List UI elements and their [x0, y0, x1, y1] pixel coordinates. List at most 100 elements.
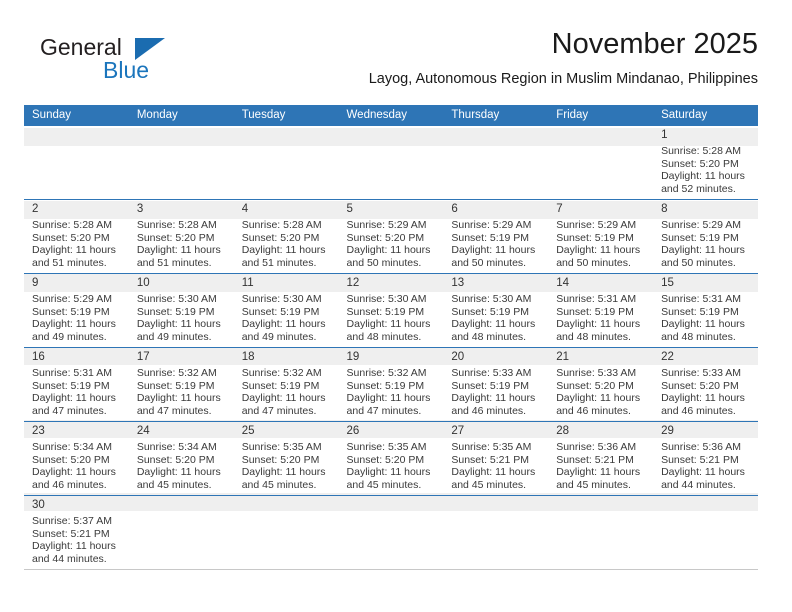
- calendar-day-cell[interactable]: 2 Sunrise: 5:28 AM Sunset: 5:20 PM Daylight…: [24, 199, 129, 274]
- sunset-time: Sunset: 5:20 PM: [241, 231, 320, 244]
- day-number: 30: [32, 499, 45, 511]
- daylight-duration-line1: Daylight: 11 hours: [661, 244, 745, 257]
- calendar-day-cell[interactable]: 19 Sunrise: 5:32 AM Sunset: 5:19 PM Dayligh…: [338, 347, 444, 422]
- calendar-day-cell[interactable]: 28 Sunrise: 5:36 AM Sunset: 5:21 PM Dayligh…: [548, 421, 654, 496]
- calendar-day-cell[interactable]: 8 Sunrise: 5:29 AM Sunset: 5:19 PM Daylight…: [653, 199, 758, 274]
- daylight-duration-line2: and 46 minutes.: [451, 404, 527, 417]
- day-sun-info: Sunrise: 5:37 AM Sunset: 5:21 PM Daylight:…: [32, 513, 121, 565]
- daylight-duration-line1: Daylight: 11 hours: [32, 318, 116, 331]
- day-number: 23: [32, 425, 45, 437]
- day-number: 4: [241, 203, 249, 215]
- calendar-day-cell[interactable]: 17 Sunrise: 5:32 AM Sunset: 5:19 PM Dayligh…: [128, 347, 234, 422]
- calendar-cell-empty: [338, 495, 444, 570]
- calendar-day-cell[interactable]: 25 Sunrise: 5:35 AM Sunset: 5:20 PM Dayligh…: [233, 421, 339, 496]
- day-number: 29: [661, 425, 674, 437]
- calendar-day-cell[interactable]: 13 Sunrise: 5:30 AM Sunset: 5:19 PM Dayligh…: [443, 273, 549, 348]
- day-sun-info: Sunrise: 5:33 AM Sunset: 5:19 PM Daylight:…: [451, 365, 540, 417]
- calendar-day-cell[interactable]: 15 Sunrise: 5:31 AM Sunset: 5:19 PM Dayligh…: [653, 273, 758, 348]
- calendar-day-cell[interactable]: 30 Sunrise: 5:37 AM Sunset: 5:21 PM Dayligh…: [24, 495, 129, 570]
- calendar-cell-inner: 26 Sunrise: 5:35 AM Sunset: 5:20 PM Dayligh…: [339, 422, 444, 495]
- calendar-day-cell[interactable]: 7 Sunrise: 5:29 AM Sunset: 5:19 PM Daylight…: [548, 199, 654, 274]
- calendar-day-cell[interactable]: 18 Sunrise: 5:32 AM Sunset: 5:19 PM Dayligh…: [233, 347, 339, 422]
- day-number: [137, 496, 226, 513]
- calendar-day-cell[interactable]: 26 Sunrise: 5:35 AM Sunset: 5:20 PM Dayligh…: [338, 421, 444, 496]
- daylight-duration-line1: Daylight: 11 hours: [556, 244, 641, 257]
- calendar-cell-inner: 30 Sunrise: 5:37 AM Sunset: 5:21 PM Dayligh…: [24, 496, 129, 569]
- calendar-day-cell[interactable]: 9 Sunrise: 5:29 AM Sunset: 5:19 PM Daylight…: [24, 273, 129, 348]
- daylight-duration-line2: and 45 minutes.: [241, 478, 317, 491]
- daylight-duration-line1: Daylight: 11 hours: [241, 392, 326, 405]
- day-number: 19: [346, 351, 360, 363]
- sunrise-time: Sunrise: 5:29 AM: [661, 219, 742, 231]
- calendar-day-cell[interactable]: 6 Sunrise: 5:29 AM Sunset: 5:19 PM Daylight…: [443, 199, 549, 274]
- calendar-day-cell[interactable]: 4 Sunrise: 5:28 AM Sunset: 5:20 PM Daylight…: [233, 199, 339, 274]
- day-number: [451, 496, 540, 513]
- calendar-day-cell[interactable]: 11 Sunrise: 5:30 AM Sunset: 5:19 PM Dayligh…: [233, 273, 339, 348]
- sunrise-time: Sunrise: 5:29 AM: [346, 219, 427, 231]
- daylight-duration-line2: and 46 minutes.: [556, 404, 631, 417]
- sunrise-time: Sunrise: 5:35 AM: [451, 441, 532, 453]
- daylight-duration-line2: and 50 minutes.: [346, 256, 422, 269]
- calendar-day-cell[interactable]: 24 Sunrise: 5:34 AM Sunset: 5:20 PM Dayligh…: [128, 421, 234, 496]
- day-number: 10: [136, 277, 150, 289]
- daylight-duration-line1: Daylight: 11 hours: [556, 466, 641, 479]
- calendar-cell-inner: 29 Sunrise: 5:36 AM Sunset: 5:21 PM Dayligh…: [653, 422, 758, 495]
- calendar-day-cell[interactable]: 21 Sunrise: 5:33 AM Sunset: 5:20 PM Dayligh…: [548, 347, 654, 422]
- calendar-day-cell[interactable]: 27 Sunrise: 5:35 AM Sunset: 5:21 PM Dayligh…: [443, 421, 549, 496]
- day-sun-info: Sunrise: 5:30 AM Sunset: 5:19 PM Daylight:…: [451, 291, 540, 343]
- sunrise-time: Sunrise: 5:33 AM: [556, 367, 637, 379]
- daylight-duration-line2: and 45 minutes.: [451, 478, 527, 491]
- daylight-duration-line2: and 48 minutes.: [346, 330, 422, 343]
- calendar-day-cell[interactable]: 23 Sunrise: 5:34 AM Sunset: 5:20 PM Dayligh…: [24, 421, 129, 496]
- sunset-time: Sunset: 5:19 PM: [451, 305, 530, 318]
- daylight-duration-line2: and 49 minutes.: [241, 330, 317, 343]
- calendar-day-cell[interactable]: 22 Sunrise: 5:33 AM Sunset: 5:20 PM Dayligh…: [653, 347, 758, 422]
- daylight-duration-line2: and 48 minutes.: [556, 330, 631, 343]
- day-number: 20: [451, 351, 465, 363]
- brand-logo[interactable]: General Blue: [40, 34, 230, 92]
- calendar-week-row: 30 Sunrise: 5:37 AM Sunset: 5:21 PM Dayligh…: [24, 495, 758, 570]
- daylight-duration-line1: Daylight: 11 hours: [32, 466, 116, 479]
- calendar-week-row: 1 Sunrise: 5:28 AM Sunset: 5:20 PM Daylight…: [24, 126, 758, 200]
- day-number: [242, 496, 331, 513]
- calendar-day-cell[interactable]: 5 Sunrise: 5:29 AM Sunset: 5:20 PM Daylight…: [338, 199, 444, 274]
- calendar-cell-inner: 25 Sunrise: 5:35 AM Sunset: 5:20 PM Dayligh…: [234, 422, 339, 495]
- daylight-duration-line1: Daylight: 11 hours: [661, 466, 745, 479]
- calendar-day-cell[interactable]: 12 Sunrise: 5:30 AM Sunset: 5:19 PM Dayligh…: [338, 273, 444, 348]
- daylight-duration-line2: and 47 minutes.: [241, 404, 317, 417]
- calendar-day-cell[interactable]: 1 Sunrise: 5:28 AM Sunset: 5:20 PM Daylight…: [653, 126, 758, 200]
- sunrise-time: Sunrise: 5:33 AM: [451, 367, 532, 379]
- daylight-duration-line1: Daylight: 11 hours: [346, 318, 431, 331]
- sunset-time: Sunset: 5:20 PM: [136, 231, 215, 244]
- calendar-cell-inner: [129, 496, 234, 569]
- sunset-time: Sunset: 5:20 PM: [661, 157, 739, 170]
- calendar-cell-inner: [443, 496, 548, 569]
- calendar-cell-inner: 14 Sunrise: 5:31 AM Sunset: 5:19 PM Dayligh…: [548, 274, 653, 347]
- calendar-page: General Blue November 2025 Layog, Autono…: [0, 0, 792, 612]
- daylight-duration-line2: and 45 minutes.: [136, 478, 212, 491]
- day-sun-info: Sunrise: 5:31 AM Sunset: 5:19 PM Daylight:…: [556, 291, 645, 343]
- sunrise-time: Sunrise: 5:32 AM: [136, 367, 217, 379]
- day-number: 15: [661, 277, 674, 289]
- day-number: 5: [346, 203, 353, 215]
- daylight-duration-line1: Daylight: 11 hours: [451, 244, 536, 257]
- calendar-day-cell[interactable]: 20 Sunrise: 5:33 AM Sunset: 5:19 PM Dayligh…: [443, 347, 549, 422]
- sunset-time: Sunset: 5:19 PM: [451, 379, 530, 392]
- calendar-day-cell[interactable]: 29 Sunrise: 5:36 AM Sunset: 5:21 PM Dayligh…: [653, 421, 758, 496]
- daylight-duration-line1: Daylight: 11 hours: [661, 318, 745, 331]
- sunrise-time: Sunrise: 5:36 AM: [556, 441, 637, 453]
- day-number: 18: [241, 351, 255, 363]
- calendar-day-cell[interactable]: 10 Sunrise: 5:30 AM Sunset: 5:19 PM Dayligh…: [128, 273, 234, 348]
- day-sun-info: Sunrise: 5:31 AM Sunset: 5:19 PM Daylight:…: [32, 365, 121, 417]
- daylight-duration-line2: and 51 minutes.: [241, 256, 317, 269]
- calendar-cell-inner: 19 Sunrise: 5:32 AM Sunset: 5:19 PM Dayligh…: [339, 348, 444, 421]
- calendar-cell-inner: 11 Sunrise: 5:30 AM Sunset: 5:19 PM Dayligh…: [234, 274, 339, 347]
- calendar-cell-empty: [548, 126, 653, 200]
- calendar-day-cell[interactable]: 16 Sunrise: 5:31 AM Sunset: 5:19 PM Dayligh…: [24, 347, 129, 422]
- calendar-day-cell[interactable]: 3 Sunrise: 5:28 AM Sunset: 5:20 PM Daylight…: [128, 199, 234, 274]
- day-number: 27: [451, 425, 465, 437]
- day-sun-info: Sunrise: 5:35 AM Sunset: 5:20 PM Daylight:…: [242, 439, 331, 491]
- daylight-duration-line2: and 49 minutes.: [136, 330, 212, 343]
- sunrise-time: Sunrise: 5:31 AM: [32, 367, 112, 379]
- calendar-day-cell[interactable]: 14 Sunrise: 5:31 AM Sunset: 5:19 PM Dayligh…: [548, 273, 654, 348]
